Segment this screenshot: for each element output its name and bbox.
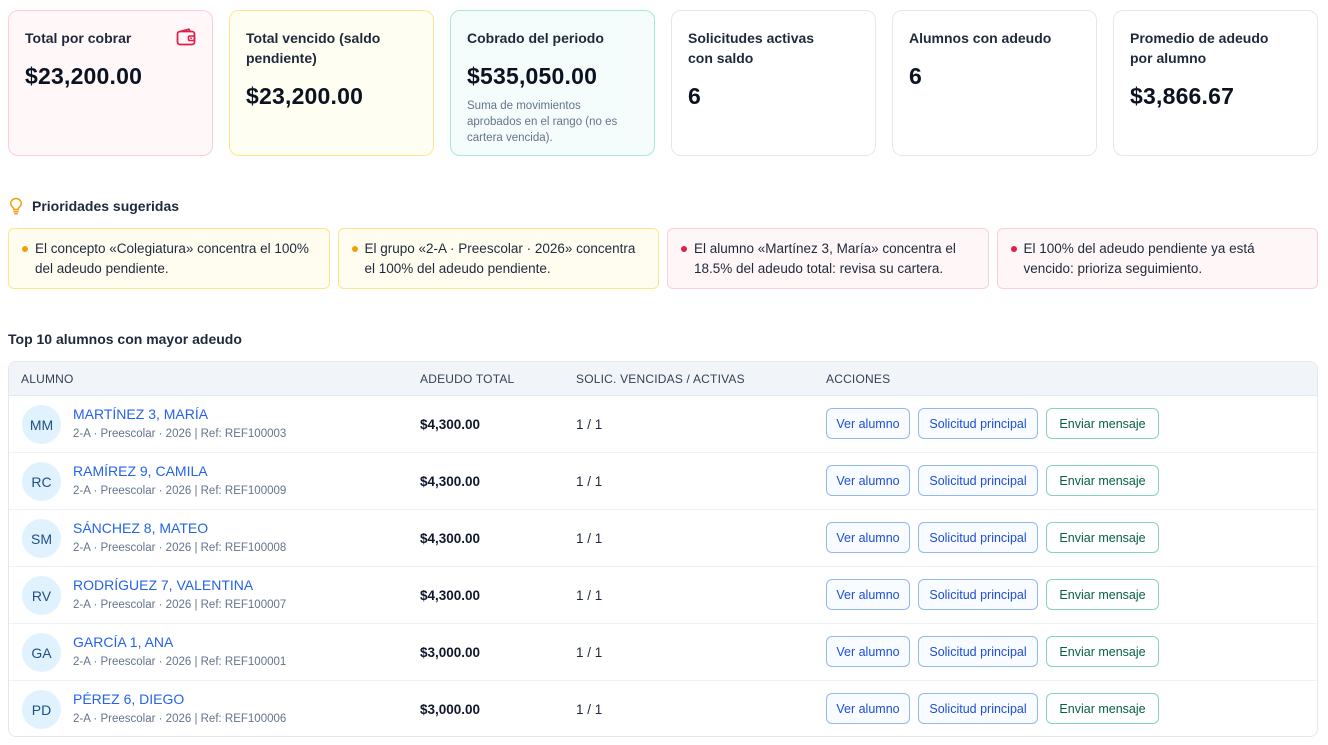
main-request-button[interactable]: Solicitud principal bbox=[918, 522, 1038, 553]
student-meta: 2-A · Preescolar · 2026 | Ref: REF100003 bbox=[73, 428, 287, 440]
wallet-icon bbox=[176, 28, 196, 46]
requests-ratio: 1 / 1 bbox=[576, 645, 603, 660]
priority-item: El concepto «Colegiatura» concentra el 1… bbox=[8, 228, 330, 289]
kpi-active-requests: Solicitudes activas con saldo 6 bbox=[671, 10, 876, 156]
requests-ratio: 1 / 1 bbox=[576, 474, 603, 489]
send-message-button[interactable]: Enviar mensaje bbox=[1046, 465, 1159, 496]
view-student-button[interactable]: Ver alumno bbox=[826, 579, 910, 610]
kpi-collected-period: Cobrado del periodo $535,050.00 Suma de … bbox=[450, 10, 655, 156]
kpi-students-with-debt: Alumnos con adeudo 6 bbox=[892, 10, 1097, 156]
priority-text: El alumno «Martínez 3, María» concentra … bbox=[694, 241, 956, 276]
column-header-actions: ACCIONES bbox=[826, 372, 891, 386]
view-student-button[interactable]: Ver alumno bbox=[826, 522, 910, 553]
table-row: SM SÁNCHEZ 8, MATEO 2-A · Preescolar · 2… bbox=[9, 510, 1317, 567]
student-name-link[interactable]: SÁNCHEZ 8, MATEO bbox=[73, 520, 208, 536]
student-name-link[interactable]: PÉREZ 6, DIEGO bbox=[73, 691, 184, 707]
kpi-label: Promedio de adeudo por alumno bbox=[1130, 30, 1269, 66]
student-name-link[interactable]: MARTÍNEZ 3, MARÍA bbox=[73, 406, 208, 422]
table-row: RC RAMÍREZ 9, CAMILA 2-A · Preescolar · … bbox=[9, 453, 1317, 510]
send-message-button[interactable]: Enviar mensaje bbox=[1046, 522, 1159, 553]
kpi-value: 6 bbox=[688, 83, 701, 109]
table-row: MM MARTÍNEZ 3, MARÍA 2-A · Preescolar · … bbox=[9, 396, 1317, 453]
priorities-list: El concepto «Colegiatura» concentra el 1… bbox=[8, 228, 1318, 289]
avatar: MM bbox=[22, 405, 61, 444]
top-students-title: Top 10 alumnos con mayor adeudo bbox=[8, 331, 242, 347]
send-message-button[interactable]: Enviar mensaje bbox=[1046, 408, 1159, 439]
student-name-link[interactable]: GARCÍA 1, ANA bbox=[73, 634, 173, 650]
send-message-button[interactable]: Enviar mensaje bbox=[1046, 636, 1159, 667]
priority-text: El 100% del adeudo pendiente ya está ven… bbox=[1023, 241, 1255, 276]
debt-amount: $4,300.00 bbox=[420, 588, 481, 603]
kpi-note: Suma de movimientos aprobados en el rang… bbox=[467, 100, 618, 144]
requests-ratio: 1 / 1 bbox=[576, 417, 603, 432]
priorities-title: Prioridades sugeridas bbox=[32, 198, 180, 214]
column-header-student: ALUMNO bbox=[21, 372, 74, 386]
student-name-link[interactable]: RAMÍREZ 9, CAMILA bbox=[73, 463, 208, 479]
priority-item: El grupo «2-A · Preescolar · 2026» conce… bbox=[337, 228, 659, 289]
avatar: RV bbox=[22, 576, 61, 615]
top-students-table: ALUMNO ADEUDO TOTAL SOLIC. VENCIDAS / AC… bbox=[8, 361, 1318, 737]
requests-ratio: 1 / 1 bbox=[576, 588, 603, 603]
kpi-label: Solicitudes activas con saldo bbox=[688, 30, 815, 66]
view-student-button[interactable]: Ver alumno bbox=[826, 636, 910, 667]
avatar: RC bbox=[22, 462, 61, 501]
kpi-label: Alumnos con adeudo bbox=[909, 30, 1052, 46]
kpi-label: Cobrado del periodo bbox=[467, 30, 604, 46]
column-header-requests: SOLIC. VENCIDAS / ACTIVAS bbox=[576, 372, 745, 386]
kpi-value: 6 bbox=[909, 63, 922, 89]
priority-item: El alumno «Martínez 3, María» concentra … bbox=[667, 228, 989, 289]
kpi-value: $3,866.67 bbox=[1130, 83, 1235, 109]
priority-item: El 100% del adeudo pendiente ya está ven… bbox=[996, 228, 1318, 289]
warning-dot-icon bbox=[351, 246, 358, 252]
table-row: GA GARCÍA 1, ANA 2-A · Preescolar · 2026… bbox=[9, 624, 1317, 681]
student-meta: 2-A · Preescolar · 2026 | Ref: REF100008 bbox=[73, 542, 287, 554]
send-message-button[interactable]: Enviar mensaje bbox=[1046, 579, 1159, 610]
main-request-button[interactable]: Solicitud principal bbox=[918, 636, 1038, 667]
priorities-heading: Prioridades sugeridas bbox=[8, 197, 179, 215]
requests-ratio: 1 / 1 bbox=[576, 531, 603, 546]
requests-ratio: 1 / 1 bbox=[576, 702, 603, 717]
student-meta: 2-A · Preescolar · 2026 | Ref: REF100001 bbox=[73, 656, 287, 668]
table-row: RV RODRÍGUEZ 7, VALENTINA 2-A · Preescol… bbox=[9, 567, 1317, 624]
debt-amount: $4,300.00 bbox=[420, 417, 481, 432]
view-student-button[interactable]: Ver alumno bbox=[826, 408, 910, 439]
table-row: PD PÉREZ 6, DIEGO 2-A · Preescolar · 202… bbox=[9, 681, 1317, 736]
main-request-button[interactable]: Solicitud principal bbox=[918, 693, 1038, 724]
view-student-button[interactable]: Ver alumno bbox=[826, 693, 910, 724]
kpi-value: $23,200.00 bbox=[25, 63, 143, 89]
debt-amount: $4,300.00 bbox=[420, 531, 481, 546]
column-header-debt: ADEUDO TOTAL bbox=[420, 372, 515, 386]
danger-dot-icon bbox=[1010, 246, 1017, 252]
send-message-button[interactable]: Enviar mensaje bbox=[1046, 693, 1159, 724]
debt-amount: $3,000.00 bbox=[420, 702, 481, 717]
student-meta: 2-A · Preescolar · 2026 | Ref: REF100009 bbox=[73, 485, 287, 497]
avatar: PD bbox=[22, 690, 61, 729]
lightbulb-icon bbox=[10, 197, 22, 215]
kpi-average-debt: Promedio de adeudo por alumno $3,866.67 bbox=[1113, 10, 1318, 156]
kpi-value: $23,200.00 bbox=[246, 83, 364, 109]
kpi-total-overdue: Total vencido (saldo pendiente) $23,200.… bbox=[229, 10, 434, 156]
kpi-label: Total por cobrar bbox=[25, 30, 132, 46]
warning-dot-icon bbox=[22, 246, 28, 252]
priority-text: El grupo «2-A · Preescolar · 2026» conce… bbox=[364, 241, 636, 276]
kpi-cards: Total por cobrar $23,200.00 Total vencid… bbox=[8, 10, 1318, 156]
avatar: GA bbox=[22, 633, 61, 672]
kpi-total-receivable: Total por cobrar $23,200.00 bbox=[8, 10, 213, 156]
student-meta: 2-A · Preescolar · 2026 | Ref: REF100006 bbox=[73, 713, 287, 725]
debt-amount: $3,000.00 bbox=[420, 645, 481, 660]
main-request-button[interactable]: Solicitud principal bbox=[918, 465, 1038, 496]
debt-amount: $4,300.00 bbox=[420, 474, 481, 489]
student-name-link[interactable]: RODRÍGUEZ 7, VALENTINA bbox=[73, 577, 253, 593]
priority-text: El concepto «Colegiatura» concentra el 1… bbox=[35, 241, 309, 276]
kpi-value: $535,050.00 bbox=[467, 63, 598, 89]
table-header: ALUMNO ADEUDO TOTAL SOLIC. VENCIDAS / AC… bbox=[9, 362, 1317, 396]
main-request-button[interactable]: Solicitud principal bbox=[918, 579, 1038, 610]
main-request-button[interactable]: Solicitud principal bbox=[918, 408, 1038, 439]
danger-dot-icon bbox=[681, 246, 687, 252]
view-student-button[interactable]: Ver alumno bbox=[826, 465, 910, 496]
kpi-label: Total vencido (saldo pendiente) bbox=[246, 30, 381, 66]
student-meta: 2-A · Preescolar · 2026 | Ref: REF100007 bbox=[73, 599, 287, 611]
avatar: SM bbox=[22, 519, 61, 558]
